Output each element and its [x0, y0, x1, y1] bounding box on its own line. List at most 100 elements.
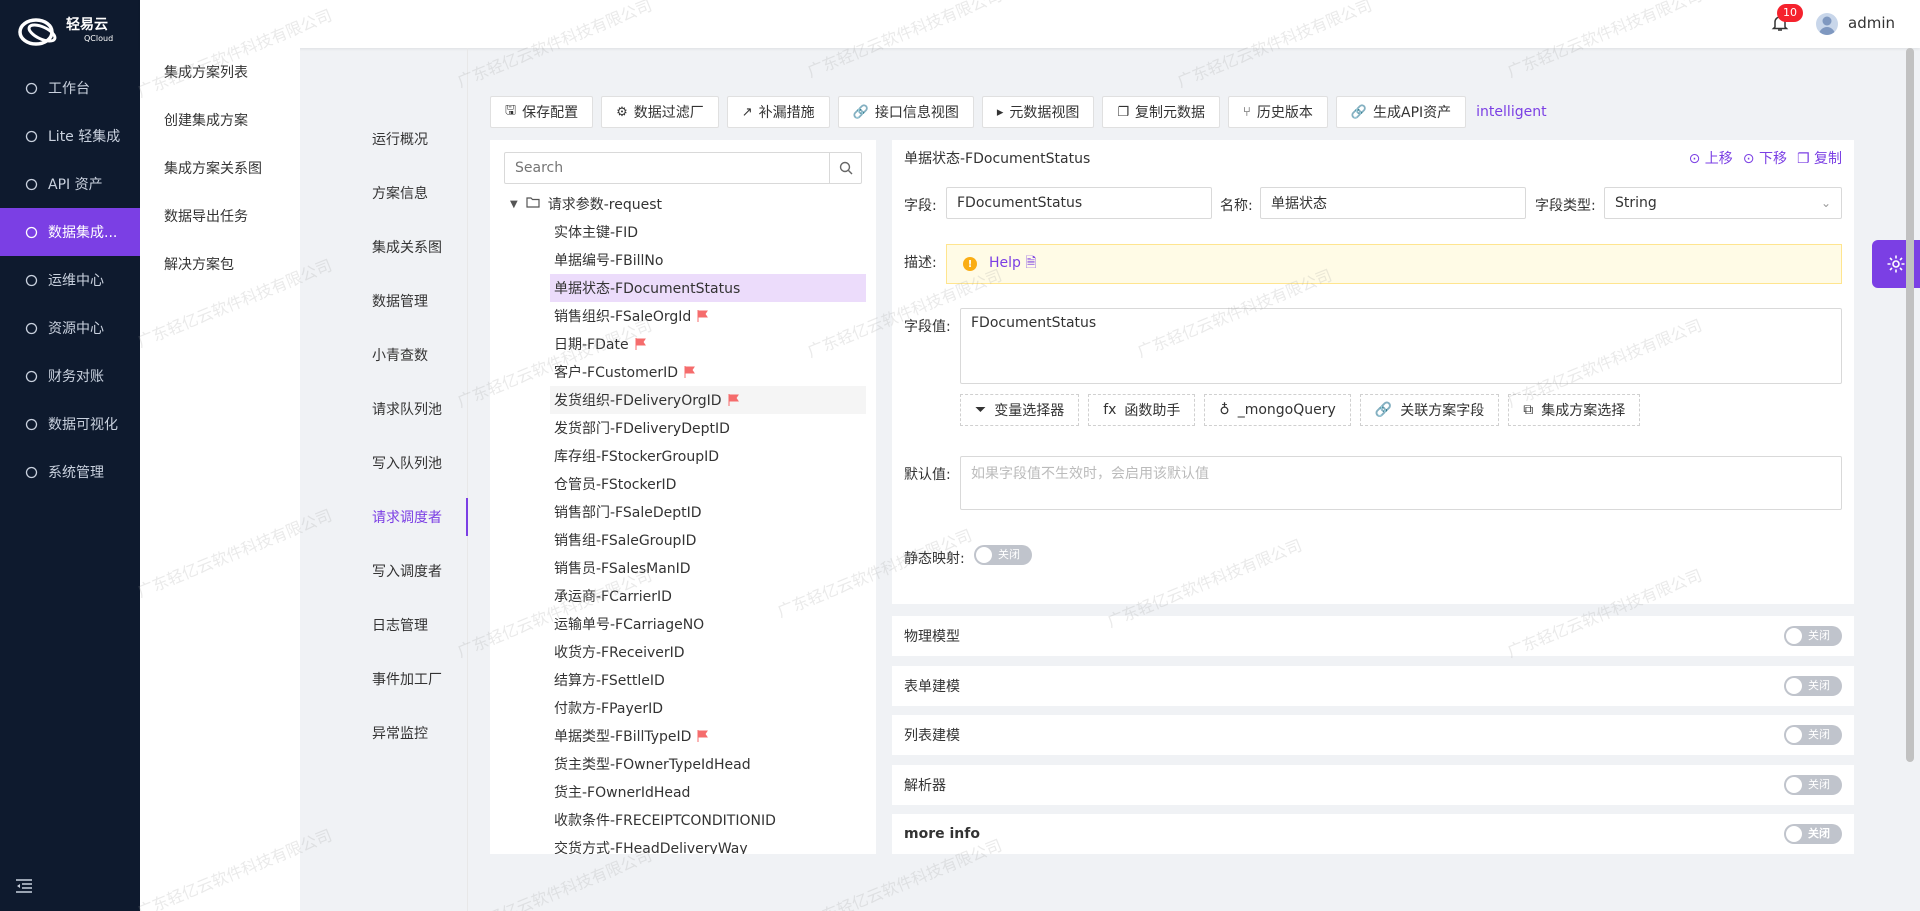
tree-node[interactable]: 货主-FOwnerIdHead: [550, 778, 866, 806]
tree-node[interactable]: 单据类型-FBillTypeID: [550, 722, 866, 750]
filter-icon: ⏷: [975, 402, 987, 418]
toolbar-button[interactable]: 🔗 生成API资产: [1335, 96, 1467, 128]
toolbar-button[interactable]: ❐ 复制元数据: [1102, 96, 1221, 128]
tree-node[interactable]: 发货部门-FDeliveryDeptID: [550, 414, 866, 442]
intelligent-link[interactable]: intelligent: [1476, 104, 1546, 120]
page-scrollbar[interactable]: [1906, 48, 1914, 762]
submenu-item[interactable]: 集成方案关系图: [140, 144, 300, 192]
type-select[interactable]: String ⌄: [1604, 187, 1842, 219]
helper-button[interactable]: ⏷ 变量选择器: [960, 394, 1080, 426]
scheme-tabs: 运行概况 方案信息 集成关系图 数据管理 小青查数 请求队列池 写入队列池 请求调度者 写入调度…: [300, 48, 468, 911]
toolbar-button[interactable]: 🖫 保存配置: [490, 96, 594, 128]
toolbar-button[interactable]: ⑂ 历史版本: [1228, 96, 1328, 128]
tree-node[interactable]: 销售部门-FSaleDeptID: [550, 498, 866, 526]
toolbar-button[interactable]: 🔗 接口信息视图: [837, 96, 974, 128]
tree-node[interactable]: 销售员-FSalesManID: [550, 554, 866, 582]
field-input[interactable]: FDocumentStatus: [946, 187, 1212, 219]
tab-item[interactable]: 数据管理: [300, 274, 468, 328]
nav-item[interactable]: API 资产: [0, 160, 140, 208]
toolbar-button[interactable]: ▸ 元数据视图: [981, 96, 1095, 128]
field-value-textarea[interactable]: FDocumentStatus: [960, 308, 1842, 384]
tab-item[interactable]: 运行概况: [300, 112, 468, 166]
nav-item[interactable]: 数据集成...: [0, 208, 140, 256]
nav-item[interactable]: 资源中心: [0, 304, 140, 352]
tree-node[interactable]: 承运商-FCarrierID: [550, 582, 866, 610]
tab-item[interactable]: 事件加工厂: [300, 652, 468, 706]
helper-button[interactable]: ♁ _mongoQuery: [1204, 394, 1351, 426]
toolbar-button[interactable]: ↗ 补漏措施: [726, 96, 830, 128]
nav-item[interactable]: 运维中心: [0, 256, 140, 304]
collapsible-section[interactable]: 表单建模 关闭: [892, 665, 1854, 706]
copy-button[interactable]: ❐ 复制: [1797, 148, 1842, 168]
tree-node[interactable]: 付款方-FPayerID: [550, 694, 866, 722]
tab-item[interactable]: 方案信息: [300, 166, 468, 220]
tab-item[interactable]: 异常监控: [300, 706, 468, 760]
avatar[interactable]: [1816, 13, 1838, 35]
collapsible-section[interactable]: 物理模型 关闭: [892, 616, 1854, 656]
tab-item[interactable]: 请求调度者: [300, 490, 468, 544]
tree-node[interactable]: 日期-FDate: [550, 330, 866, 358]
helper-button[interactable]: ⧉ 集成方案选择: [1508, 394, 1641, 426]
nav-item[interactable]: 系统管理: [0, 448, 140, 496]
tree-node[interactable]: 结算方-FSettleID: [550, 666, 866, 694]
collapse-menu-icon[interactable]: [16, 879, 32, 897]
name-input[interactable]: 单据状态: [1260, 187, 1526, 219]
section-switch[interactable]: 关闭: [1784, 824, 1842, 844]
nav-item[interactable]: 数据可视化: [0, 400, 140, 448]
section-switch[interactable]: 关闭: [1784, 675, 1842, 696]
submenu-item[interactable]: 创建集成方案: [140, 96, 300, 144]
submenu-item[interactable]: 集成方案列表: [140, 48, 300, 96]
submenu-item[interactable]: 解决方案包: [140, 240, 300, 288]
tree-node[interactable]: 销售组-FSaleGroupID: [550, 526, 866, 554]
helper-button[interactable]: 🔗 关联方案字段: [1359, 394, 1500, 426]
tree-node[interactable]: 收货方-FReceiverID: [550, 638, 866, 666]
submenu-item[interactable]: 数据导出任务: [140, 192, 300, 240]
tree-node[interactable]: 库存组-FStockerGroupID: [550, 442, 866, 470]
section-switch[interactable]: 关闭: [1784, 626, 1842, 646]
main-nav: 轻易云 QCloud 工作台 Lite 轻集成 API 资产数据集成... 运维中心 资源…: [0, 0, 140, 911]
tree-node[interactable]: 交货方式-FHeadDeliveryWay: [550, 834, 866, 854]
search-icon[interactable]: [829, 153, 861, 183]
tab-item[interactable]: 请求队列池: [300, 382, 468, 436]
collapsible-section[interactable]: more info 关闭: [892, 814, 1854, 854]
tree-node[interactable]: 发货组织-FDeliveryOrgID: [550, 386, 866, 414]
tree-node[interactable]: 仓管员-FStockerID: [550, 470, 866, 498]
nav-item-label: 数据集成...: [48, 225, 118, 241]
tab-item[interactable]: 集成关系图: [300, 220, 468, 274]
tree-root-node[interactable]: ▼ 请求参数-request: [510, 192, 662, 216]
help-link[interactable]: Help 🗎: [989, 252, 1037, 276]
static-mapping-label: 静态映射:: [904, 551, 965, 567]
tree-node[interactable]: 收款条件-FRECEIPTCONDITIONID: [550, 806, 866, 834]
tree-node[interactable]: 实体主键-FID: [550, 218, 866, 246]
nav-item[interactable]: 财务对账: [0, 352, 140, 400]
collapsible-section[interactable]: 解析器 关闭: [892, 764, 1854, 805]
gear-icon: ⚙: [616, 104, 628, 120]
nav-item[interactable]: Lite 轻集成: [0, 112, 140, 160]
caret-down-icon[interactable]: ▼: [510, 199, 518, 210]
logo[interactable]: 轻易云 QCloud: [0, 0, 140, 64]
value-label: 字段值:: [904, 319, 951, 335]
tab-item[interactable]: 小青查数: [300, 328, 468, 382]
tree-node[interactable]: 销售组织-FSaleOrgId: [550, 302, 866, 330]
default-value-textarea[interactable]: 如果字段值不生效时，会启用该默认值: [960, 456, 1842, 510]
username[interactable]: admin: [1848, 14, 1895, 32]
tree-node[interactable]: 客户-FCustomerID: [550, 358, 866, 386]
collapsible-section[interactable]: 列表建模 关闭: [892, 715, 1854, 755]
tab-item[interactable]: 写入调度者: [300, 544, 468, 598]
tree-node[interactable]: 单据编号-FBillNo: [550, 246, 866, 274]
tree-node[interactable]: 运输单号-FCarriageNO: [550, 610, 866, 638]
move-up-button[interactable]: ⊙ 上移: [1689, 148, 1733, 168]
tree-node[interactable]: 货主类型-FOwnerTypeIdHead: [550, 750, 866, 778]
search-input[interactable]: [505, 153, 825, 183]
static-mapping-switch[interactable]: 关闭: [974, 545, 1032, 565]
section-switch[interactable]: 关闭: [1784, 774, 1842, 795]
section-switch[interactable]: 关闭: [1784, 725, 1842, 745]
field-detail-panel: 单据状态-FDocumentStatus ⊙ 上移 ⊙ 下移 ❐ 复制 字段: …: [892, 140, 1854, 604]
tab-item[interactable]: 写入队列池: [300, 436, 468, 490]
helper-button[interactable]: fx 函数助手: [1088, 394, 1196, 426]
tab-item[interactable]: 日志管理: [300, 598, 468, 652]
move-down-button[interactable]: ⊙ 下移: [1743, 148, 1787, 168]
nav-item[interactable]: 工作台: [0, 64, 140, 112]
toolbar-button[interactable]: ⚙ 数据过滤厂: [601, 96, 719, 128]
tree-node[interactable]: 单据状态-FDocumentStatus: [550, 274, 866, 302]
